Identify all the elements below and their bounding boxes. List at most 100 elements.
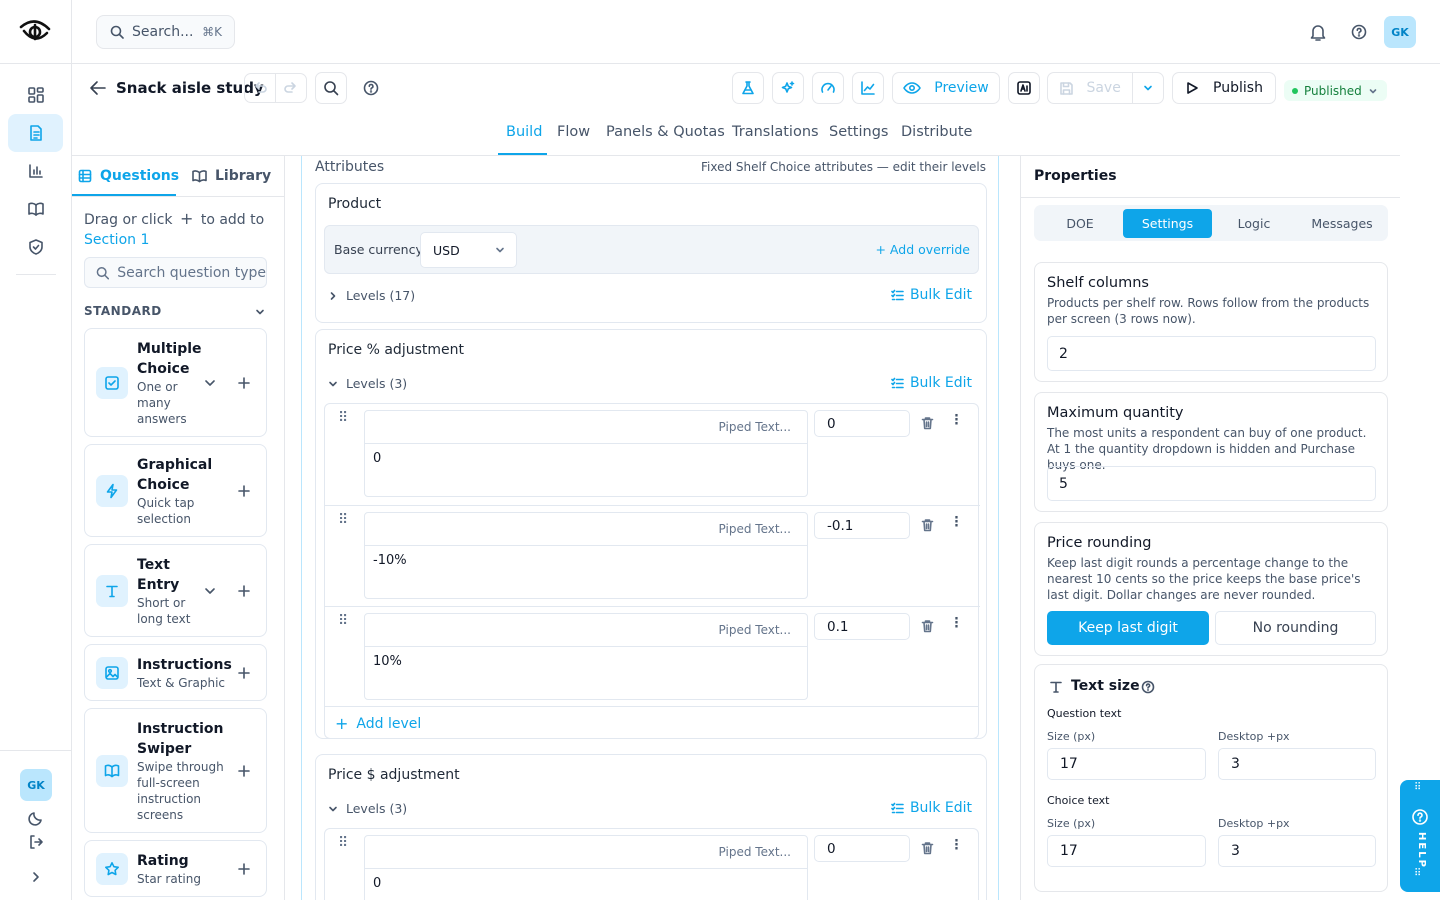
more-options-icon[interactable]: · · · xyxy=(954,613,959,634)
undo-icon[interactable] xyxy=(245,74,276,102)
max-quantity-input[interactable]: 5 xyxy=(1047,466,1376,501)
levels-toggle[interactable]: Levels (3) xyxy=(328,801,407,816)
add-level-button[interactable]: + Add level xyxy=(335,714,421,733)
add-plus-icon[interactable] xyxy=(235,482,253,500)
more-options-icon[interactable]: · · · xyxy=(954,512,959,533)
info-help-icon[interactable] xyxy=(1141,680,1155,694)
tab-build[interactable]: Build xyxy=(506,124,542,140)
question-size-input[interactable]: 17 xyxy=(1047,748,1206,780)
drag-handle-icon[interactable]: ⠿ xyxy=(338,411,348,425)
logout-icon[interactable] xyxy=(28,834,44,850)
levels-toggle[interactable]: Levels (3) xyxy=(328,376,407,391)
tab-translations[interactable]: Translations xyxy=(732,124,819,140)
question-type-rating[interactable]: Rating Star rating xyxy=(84,840,267,897)
tab-settings[interactable]: Settings xyxy=(829,124,888,140)
prop-tab-settings[interactable]: Settings xyxy=(1123,209,1212,238)
preview-button[interactable]: Preview xyxy=(892,72,1000,104)
top-user-avatar[interactable]: GK xyxy=(1384,16,1416,48)
piped-text-button[interactable]: Piped Text... xyxy=(719,845,791,859)
tab-flow[interactable]: Flow xyxy=(557,124,590,140)
currency-select[interactable]: USD xyxy=(420,232,517,268)
study-title[interactable]: Snack aisle study xyxy=(116,79,264,97)
choice-desktop-input[interactable]: 3 xyxy=(1218,835,1376,867)
status-badge[interactable]: Published xyxy=(1284,80,1387,101)
global-search[interactable]: Search... ⌘K xyxy=(96,15,235,49)
chevron-down-icon[interactable] xyxy=(202,375,218,391)
save-button[interactable]: Save xyxy=(1048,73,1134,103)
piped-text-button[interactable]: Piped Text... xyxy=(719,420,791,434)
drag-handle-icon[interactable]: ⠿ xyxy=(338,614,348,628)
study-search-button[interactable] xyxy=(315,72,347,104)
expand-rail-icon[interactable] xyxy=(29,870,43,884)
level-text-field[interactable]: Piped Text... 10% xyxy=(364,613,808,700)
prop-tab-logic[interactable]: Logic xyxy=(1212,209,1296,238)
more-options-icon[interactable]: · · · xyxy=(954,835,959,856)
back-arrow-icon[interactable] xyxy=(89,80,107,96)
prop-tab-doe[interactable]: DOE xyxy=(1038,209,1122,238)
trash-icon[interactable] xyxy=(921,619,934,633)
piped-text-button[interactable]: Piped Text... xyxy=(719,623,791,637)
dashboard-icon[interactable] xyxy=(8,76,63,114)
add-plus-icon[interactable] xyxy=(235,374,253,392)
add-plus-icon[interactable] xyxy=(235,860,253,878)
bulk-edit-button[interactable]: Bulk Edit xyxy=(891,287,972,303)
study-help-icon[interactable] xyxy=(363,80,379,96)
drag-handle-icon[interactable]: ⠿ xyxy=(338,836,348,850)
save-options-chevron-icon[interactable] xyxy=(1133,73,1163,103)
question-type-graphical-choice[interactable]: Graphical Choice Quick tap selection xyxy=(84,444,267,537)
level-value-input[interactable]: 0 xyxy=(814,835,910,862)
tab-questions[interactable]: Questions xyxy=(78,168,179,184)
tab-library[interactable]: Library xyxy=(192,168,271,184)
collapse-chevron-icon[interactable] xyxy=(254,306,266,318)
question-type-search[interactable]: Search question type xyxy=(84,257,267,288)
add-plus-icon[interactable] xyxy=(235,582,253,600)
no-rounding-button[interactable]: No rounding xyxy=(1215,611,1376,645)
question-desktop-input[interactable]: 3 xyxy=(1218,748,1376,780)
keep-last-digit-button[interactable]: Keep last digit xyxy=(1047,611,1209,645)
library-icon[interactable] xyxy=(8,190,63,228)
analytics-icon[interactable] xyxy=(8,152,63,190)
question-type-instruction-swiper[interactable]: Instruction Swiper Swipe through full-sc… xyxy=(84,708,267,833)
bulk-edit-button[interactable]: Bulk Edit xyxy=(891,375,972,391)
bell-icon[interactable] xyxy=(1308,22,1328,42)
user-avatar[interactable]: GK xyxy=(20,769,52,801)
choice-size-input[interactable]: 17 xyxy=(1047,835,1206,867)
add-override-link[interactable]: + Add override xyxy=(875,242,970,257)
ai-sparkle-icon[interactable] xyxy=(772,72,804,104)
bulk-edit-button[interactable]: Bulk Edit xyxy=(891,800,972,816)
moon-icon[interactable] xyxy=(28,810,44,826)
level-value-input[interactable]: -0.1 xyxy=(814,512,910,539)
trash-icon[interactable] xyxy=(921,416,934,430)
level-value-input[interactable]: 0.1 xyxy=(814,613,910,640)
help-icon[interactable] xyxy=(1351,24,1367,40)
help-widget[interactable]: ⠿ HELP ⠿ xyxy=(1400,780,1440,892)
test-flask-icon[interactable] xyxy=(732,72,764,104)
app-logo[interactable] xyxy=(18,17,52,47)
trash-icon[interactable] xyxy=(921,518,934,532)
publish-button[interactable]: Publish xyxy=(1172,72,1276,104)
prop-tab-messages[interactable]: Messages xyxy=(1298,209,1386,238)
speed-gauge-icon[interactable] xyxy=(812,72,844,104)
tab-panels-quotas[interactable]: Panels & Quotas xyxy=(606,124,725,140)
level-text-field[interactable]: Piped Text... -10% xyxy=(364,512,808,599)
more-options-icon[interactable]: · · · xyxy=(954,410,959,431)
add-plus-icon[interactable] xyxy=(235,664,253,682)
shield-icon[interactable] xyxy=(8,228,63,266)
trash-icon[interactable] xyxy=(921,841,934,855)
piped-text-button[interactable]: Piped Text... xyxy=(719,522,791,536)
level-text-field[interactable]: Piped Text... 0 xyxy=(364,410,808,497)
section-link[interactable]: Section 1 xyxy=(84,232,149,248)
tab-distribute[interactable]: Distribute xyxy=(901,124,972,140)
shelf-columns-input[interactable]: 2 xyxy=(1047,336,1376,371)
ai-translate-icon[interactable] xyxy=(1008,72,1040,104)
surveys-icon[interactable] xyxy=(8,114,63,152)
results-chart-icon[interactable] xyxy=(852,72,884,104)
redo-icon[interactable] xyxy=(276,74,306,102)
add-plus-icon[interactable] xyxy=(235,762,253,780)
question-type-multiple-choice[interactable]: Multiple Choice One or many answers xyxy=(84,328,267,437)
levels-toggle[interactable]: Levels (17) xyxy=(328,288,415,303)
drag-handle-icon[interactable]: ⠿ xyxy=(338,513,348,527)
level-value-input[interactable]: 0 xyxy=(814,410,910,437)
level-text-field[interactable]: Piped Text... 0 xyxy=(364,835,808,900)
question-type-instructions[interactable]: Instructions Text & Graphic xyxy=(84,644,267,701)
